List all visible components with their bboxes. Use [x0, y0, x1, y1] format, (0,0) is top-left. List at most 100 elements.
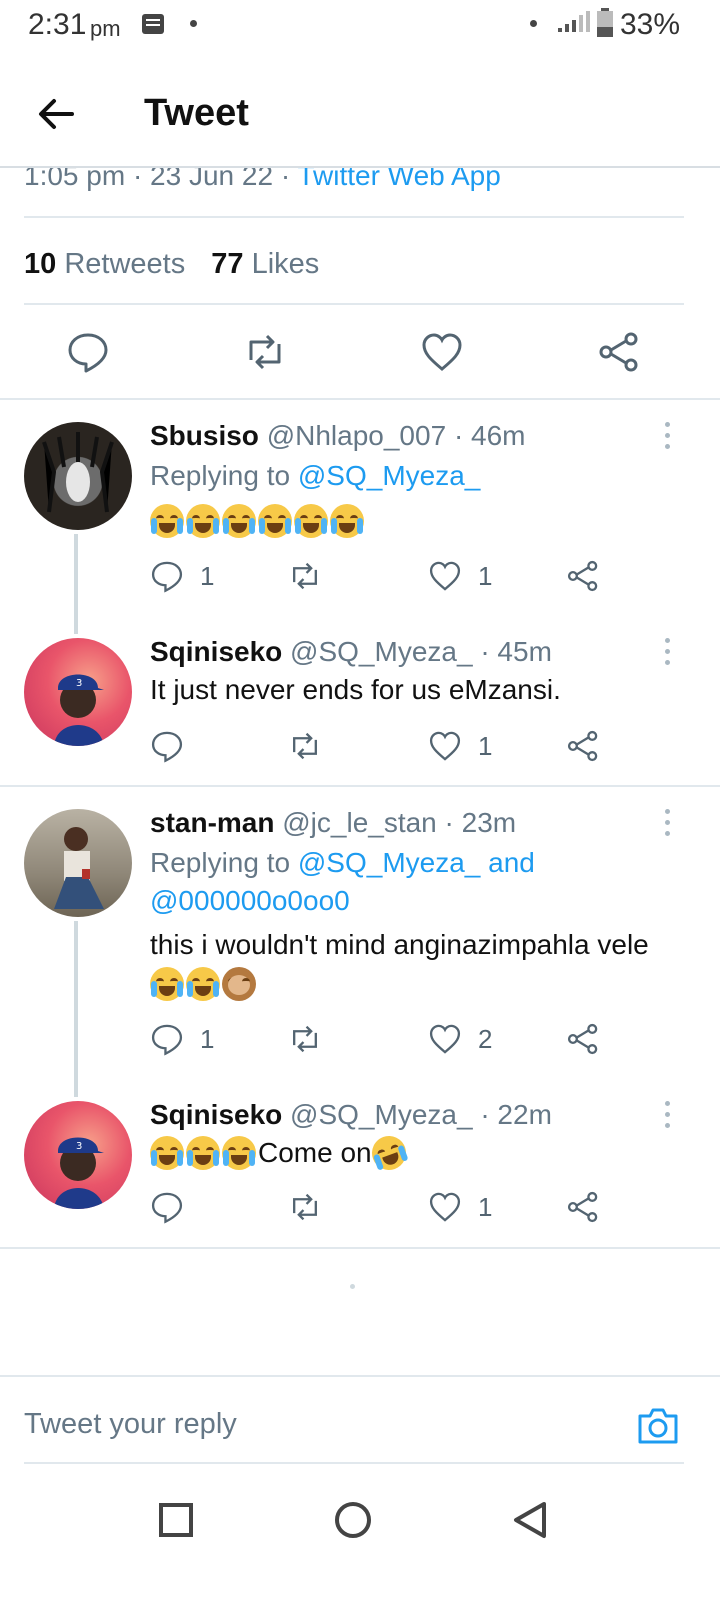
reply-button[interactable] [150, 726, 184, 766]
status-time: 2:31 [28, 8, 87, 41]
rolling-laughing-emoji-icon [366, 1131, 411, 1175]
author-handle[interactable]: @jc_le_stan [282, 807, 437, 838]
avatar[interactable] [24, 809, 132, 917]
like-button[interactable]: 1 [428, 1187, 492, 1227]
reply-icon [151, 561, 183, 593]
status-dot-icon [190, 20, 197, 27]
author-name[interactable]: Sbusiso [150, 420, 259, 451]
tweet-source-link[interactable]: Twitter Web App [297, 168, 500, 191]
replying-to-link[interactable]: @SQ_Myeza_ [298, 460, 481, 491]
heart-icon [429, 1024, 461, 1054]
more-options-icon[interactable] [662, 422, 672, 452]
reply-header: stan-man @jc_le_stan · 23m [150, 807, 516, 839]
reply-text: It just never ends for us eMzansi. [150, 674, 561, 705]
divider [24, 303, 684, 305]
more-options-icon[interactable] [662, 638, 672, 668]
reply-time: · 23m [444, 807, 517, 838]
reply-input[interactable]: Tweet your reply [24, 1408, 237, 1441]
author-handle[interactable]: @SQ_Myeza_ [290, 636, 473, 667]
retweet-icon [293, 562, 317, 590]
author-name[interactable]: Sqiniseko [150, 636, 282, 667]
retweets-label[interactable]: Retweets [64, 248, 185, 280]
likes-label[interactable]: Likes [252, 248, 320, 280]
crying-emoji-icon [150, 504, 184, 538]
retweet-icon [293, 1193, 317, 1221]
avatar[interactable] [24, 422, 132, 530]
share-button[interactable] [566, 1019, 600, 1059]
replying-to-label: Replying to [150, 460, 291, 491]
reply-time: · 45m [480, 636, 552, 667]
reply-button[interactable] [150, 1187, 184, 1227]
crying-emoji-icon [186, 504, 220, 538]
recents-square-icon[interactable] [158, 1502, 194, 1538]
thread-line [74, 534, 78, 634]
status-ampm: pm [90, 16, 121, 41]
tweet-stats: 10 Retweets 77 Likes [24, 248, 319, 281]
replying-to-label: Replying to [150, 847, 291, 878]
more-options-icon[interactable] [662, 1101, 672, 1131]
tweet-meta-clip: 1:05 pm · 23 Jun 22 · Twitter Web App [0, 168, 720, 198]
share-icon[interactable] [597, 330, 641, 374]
laughing-emoji-icon [150, 1136, 184, 1170]
crying-emoji-icon [222, 504, 256, 538]
author-name[interactable]: stan-man [150, 807, 274, 838]
more-options-icon[interactable] [662, 809, 672, 839]
reply-text: this i wouldn't mind anginazimpahla vele [150, 929, 649, 960]
laughing-emoji-icon [222, 1136, 256, 1170]
share-button[interactable] [566, 726, 600, 766]
retweets-count: 10 [24, 248, 57, 280]
retweet-button[interactable] [288, 1187, 322, 1227]
see-no-evil-monkey-icon [222, 967, 256, 1001]
laughing-emoji-icon [186, 1136, 220, 1170]
svg-text:3: 3 [76, 1141, 82, 1152]
back-arrow-icon[interactable] [36, 94, 76, 134]
reply-button[interactable]: 1 [150, 1019, 214, 1059]
reply-count: 1 [200, 560, 215, 591]
signal-icon [558, 11, 590, 32]
reply-button[interactable]: 1 [150, 556, 214, 596]
avatar[interactable]: 3 [24, 638, 132, 746]
reply-text-emojis [150, 967, 258, 1005]
back-triangle-icon[interactable] [510, 1500, 550, 1540]
reply-icon [151, 1024, 183, 1056]
replying-to: Replying to @SQ_Myeza_ [150, 460, 480, 492]
share-button[interactable] [566, 556, 600, 596]
system-nav-bar [0, 1480, 720, 1600]
retweet-button[interactable] [288, 726, 322, 766]
like-count: 1 [478, 1191, 493, 1222]
battery-level: 33% [620, 8, 681, 41]
retweet-icon[interactable] [243, 330, 287, 374]
crying-emoji-icon [294, 504, 328, 538]
reply-text: Come on [258, 1137, 372, 1168]
reply-count: 1 [200, 1023, 215, 1054]
share-icon [567, 1191, 598, 1223]
like-count: 2 [478, 1023, 493, 1054]
retweet-button[interactable] [288, 1019, 322, 1059]
reply-icon[interactable] [66, 330, 110, 374]
retweet-icon [293, 1025, 317, 1053]
tweet-meta: 1:05 pm · 23 Jun 22 · Twitter Web App [24, 168, 501, 192]
camera-icon[interactable] [636, 1404, 680, 1448]
like-button[interactable]: 1 [428, 726, 492, 766]
author-handle[interactable]: @SQ_Myeza_ [290, 1099, 473, 1130]
home-circle-icon[interactable] [333, 1500, 373, 1540]
share-icon [567, 730, 598, 762]
author-name[interactable]: Sqiniseko [150, 1099, 282, 1130]
page-title: Tweet [144, 92, 249, 134]
like-button[interactable]: 1 [428, 556, 492, 596]
share-button[interactable] [566, 1187, 600, 1227]
like-count: 1 [478, 560, 493, 591]
reply-time: · 46m [453, 420, 526, 451]
replying-to-link[interactable]: @SQ_Myeza_ and [298, 847, 535, 878]
reply-header: Sqiniseko @SQ_Myeza_ · 45m [150, 636, 552, 668]
laughing-emoji-icon [150, 967, 184, 1001]
avatar[interactable]: 3 [24, 1101, 132, 1209]
replying-to-link-2[interactable]: @000000o0oo0 [150, 885, 350, 917]
like-heart-icon[interactable] [420, 330, 464, 374]
like-button[interactable]: 2 [428, 1019, 492, 1059]
reply-text-emojis [150, 504, 366, 542]
heart-icon [429, 561, 461, 591]
heart-icon [429, 731, 461, 761]
retweet-button[interactable] [288, 556, 322, 596]
author-handle[interactable]: @Nhlapo_007 [267, 420, 446, 451]
